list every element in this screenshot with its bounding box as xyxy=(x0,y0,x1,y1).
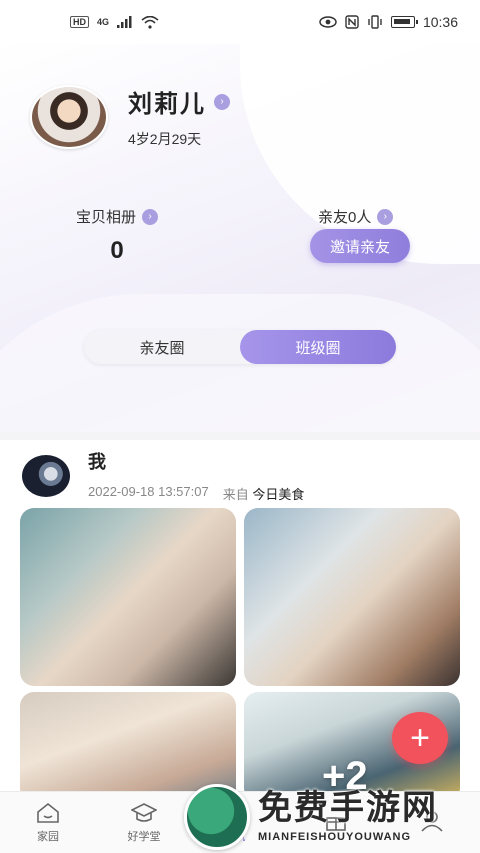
name-row[interactable]: 刘莉儿 › xyxy=(128,84,230,119)
status-bar: HD 4G 10:36 xyxy=(0,0,480,44)
post-photo-2[interactable] xyxy=(244,508,460,686)
profile-text: 刘莉儿 › 4岁2月29天 xyxy=(128,84,230,149)
album-count: 0 xyxy=(110,237,124,264)
graduation-cap-icon xyxy=(131,802,157,822)
tab-class-circle[interactable]: 班级圈 xyxy=(240,330,396,364)
child-avatar[interactable] xyxy=(30,84,108,149)
chevron-right-icon[interactable]: › xyxy=(214,93,230,110)
friends-stat[interactable]: 亲友0人 › xyxy=(318,206,394,227)
post-meta: 我 2022-09-18 13:57:07 来自 今日美食 xyxy=(88,448,304,503)
friends-label: 亲友0人 xyxy=(318,209,372,226)
album-stat[interactable]: 宝贝相册 › 0 xyxy=(76,206,159,265)
tab-family-circle[interactable]: 亲友圈 xyxy=(84,330,240,364)
tab-home[interactable]: 家园 xyxy=(0,792,96,853)
post-header: 我 2022-09-18 13:57:07 来自 今日美食 xyxy=(22,448,304,503)
wifi-icon xyxy=(141,15,159,29)
nfc-icon xyxy=(345,15,359,29)
invite-friends-button[interactable]: 邀请亲友 xyxy=(310,229,410,263)
post-from-label: 来自 xyxy=(222,487,249,502)
post-time: 2022-09-18 13:57:07 xyxy=(88,484,209,499)
circle-segment-control[interactable]: 亲友圈 班级圈 xyxy=(84,330,396,364)
status-right: 10:36 xyxy=(319,14,458,30)
status-left: HD 4G xyxy=(70,15,159,29)
section-divider xyxy=(0,432,480,440)
post-info-line: 2022-09-18 13:57:07 来自 今日美食 xyxy=(88,484,304,503)
post-photo-1[interactable] xyxy=(20,508,236,686)
home-icon xyxy=(37,802,59,823)
chevron-right-icon[interactable]: › xyxy=(142,208,159,225)
tab-school-label: 好学堂 xyxy=(127,830,161,843)
chevron-right-icon[interactable]: › xyxy=(377,208,394,225)
child-age: 4岁2月29天 xyxy=(128,131,202,147)
eye-icon xyxy=(319,16,337,28)
watermark-subtext: MIANFEISHOUYOUWANG xyxy=(258,831,412,843)
child-name: 刘莉儿 xyxy=(128,91,206,118)
album-label: 宝贝相册 xyxy=(76,209,137,226)
site-watermark: 免费手游网 MIANFEISHOUYOUWANG xyxy=(184,782,474,852)
battery-icon xyxy=(390,16,418,28)
profile-card[interactable]: 刘莉儿 › 4岁2月29天 xyxy=(30,84,230,149)
post-username: 我 xyxy=(88,452,106,472)
add-post-button[interactable]: + xyxy=(392,712,448,764)
network-label: 4G xyxy=(97,17,110,27)
vibrate-icon xyxy=(368,15,382,29)
post-source[interactable]: 今日美食 xyxy=(252,487,304,502)
friends-title-row: 亲友0人 › xyxy=(318,206,394,227)
hd-icon: HD xyxy=(70,16,89,28)
watermark-text: 免费手游网 xyxy=(258,789,438,827)
post-avatar[interactable] xyxy=(22,454,70,497)
watermark-logo xyxy=(184,784,250,850)
album-title-row: 宝贝相册 › xyxy=(76,206,159,227)
tab-home-label: 家园 xyxy=(37,830,59,843)
tab-school[interactable]: 好学堂 xyxy=(96,792,192,853)
signal-icon xyxy=(117,16,132,28)
clock: 10:36 xyxy=(422,14,458,30)
